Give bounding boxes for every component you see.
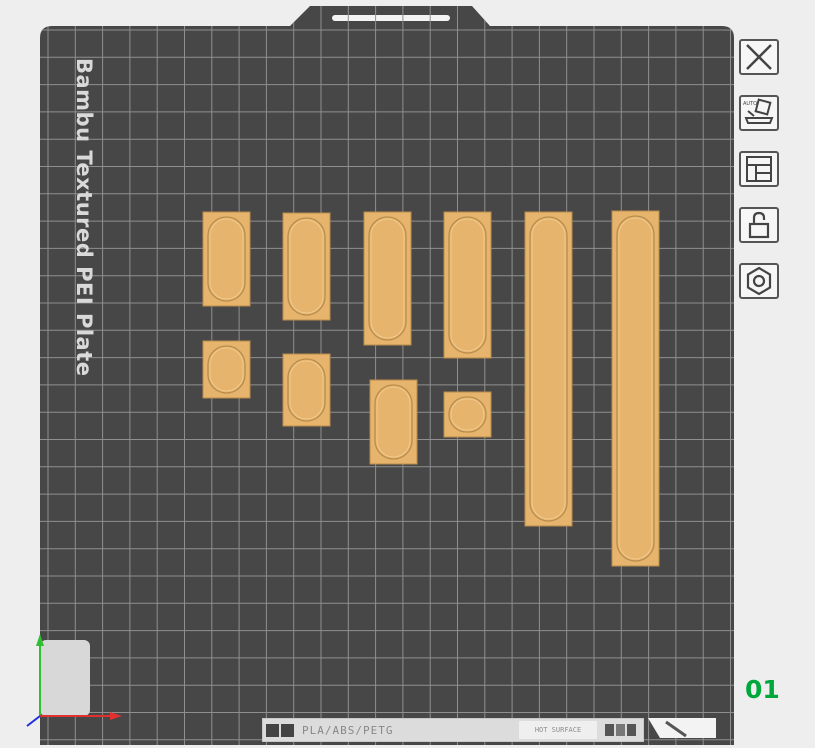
origin-block (40, 640, 90, 716)
z-axis (26, 715, 41, 727)
part-9[interactable] (369, 379, 418, 465)
hexagon-nut-icon (746, 266, 772, 296)
part-3[interactable] (363, 211, 412, 346)
part-7[interactable] (202, 340, 251, 399)
part-10[interactable] (443, 391, 492, 438)
part-10-slot (448, 396, 487, 433)
plate-type-icons (266, 723, 294, 737)
part-4-slot (448, 216, 487, 354)
auto-orient-button[interactable]: AUTO (739, 95, 779, 131)
arrange-icon (746, 156, 772, 182)
plate-name-label: Bambu Textured PEI Plate (72, 58, 96, 377)
part-7-slot (207, 345, 246, 394)
close-plate-button[interactable] (739, 39, 779, 75)
part-4[interactable] (443, 211, 492, 359)
part-5-slot (529, 216, 568, 522)
plate-grid-icon (266, 723, 279, 737)
plate-texture-icon (281, 723, 294, 737)
plate-square-icon (615, 724, 625, 736)
part-6-slot (616, 215, 655, 562)
part-2-slot (287, 217, 326, 316)
plate-settings-button[interactable] (739, 263, 779, 299)
part-1-slot (207, 216, 246, 302)
part-1[interactable] (202, 211, 251, 307)
plate-handle (332, 15, 450, 21)
build-plate-canvas[interactable] (0, 0, 815, 748)
plate-number[interactable]: 01 (745, 675, 780, 704)
arrange-button[interactable] (739, 151, 779, 187)
part-8-slot (287, 358, 326, 422)
part-3-slot (368, 216, 407, 341)
auto-orient-icon: AUTO (743, 98, 774, 124)
plate-info-strip: PLA/ABS/PETG HOT SURFACE (262, 718, 644, 742)
plate-material-text: PLA/ABS/PETG (302, 723, 394, 737)
part-9-slot (374, 384, 413, 460)
part-5[interactable] (524, 211, 573, 527)
lock-button[interactable] (739, 207, 779, 243)
hot-surface-warning: HOT SURFACE (519, 721, 597, 739)
part-6[interactable] (611, 210, 660, 567)
svg-text:AUTO: AUTO (743, 101, 757, 107)
unlock-icon (748, 211, 770, 239)
up-arrow-icon (604, 724, 614, 736)
close-icon (746, 44, 772, 70)
part-2[interactable] (282, 212, 331, 321)
part-8[interactable] (282, 353, 331, 427)
up-arrow-icon-2 (626, 724, 636, 736)
plate-orientation-icons (597, 724, 643, 736)
